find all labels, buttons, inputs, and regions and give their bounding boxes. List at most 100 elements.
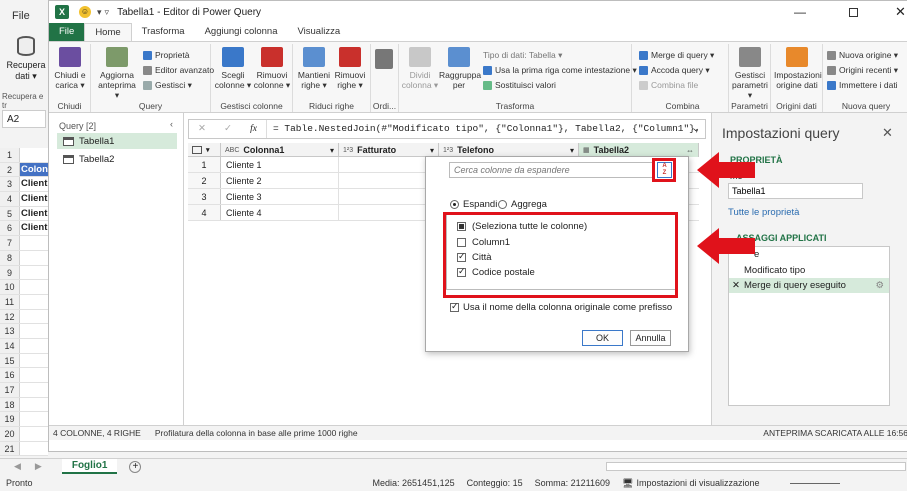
excel-row[interactable]: 1	[0, 148, 48, 163]
excel-row[interactable]: 11	[0, 294, 48, 310]
step-item-selected[interactable]: ✕ Merge di query eseguito ⚙	[729, 278, 889, 293]
row-number[interactable]: 14	[0, 338, 20, 353]
proprieta-button[interactable]: Proprietà	[143, 50, 190, 60]
cell-fatturato[interactable]	[339, 189, 439, 204]
cancel-formula-icon[interactable]: ✕	[189, 120, 215, 138]
row-number[interactable]: 4	[0, 192, 20, 206]
excel-cell[interactable]	[20, 383, 48, 397]
mantieni-righe-button[interactable]: Mantieni righe ▾	[295, 47, 333, 90]
step-settings-icon[interactable]: ⚙	[875, 280, 884, 291]
excel-row[interactable]: 14	[0, 338, 48, 354]
collapse-pane-icon[interactable]: ‹	[170, 119, 173, 129]
column-search-input[interactable]	[449, 162, 655, 178]
number-type-icon[interactable]: 1²3	[443, 147, 453, 154]
combina-file-button[interactable]: Combina file	[639, 80, 698, 90]
excel-cell[interactable]	[20, 280, 48, 294]
formula-text[interactable]: = Table.NestedJoin(#"Modificato tipo", {…	[267, 120, 701, 138]
qat-more-icon[interactable]: ▿	[105, 7, 110, 18]
zoom-slider[interactable]	[789, 482, 840, 484]
excel-cell[interactable]	[20, 427, 48, 441]
smiley-icon[interactable]: ☺	[79, 6, 91, 18]
name-box[interactable]: A2	[2, 110, 46, 128]
step-item[interactable]: Modificato tipo	[744, 265, 805, 276]
fx-icon[interactable]: fx	[241, 120, 267, 138]
row-number[interactable]: 10	[0, 280, 20, 294]
merge-query-button[interactable]: Merge di query ▾	[639, 50, 714, 61]
row-number[interactable]: 7	[0, 236, 20, 250]
sostituisci-button[interactable]: Sostituisci valori	[483, 80, 556, 90]
row-number[interactable]: 5	[0, 206, 20, 221]
status-view-settings[interactable]: Impostazioni di visualizzazione	[636, 478, 759, 488]
row-number[interactable]: 9	[0, 265, 20, 280]
query-item[interactable]: Tabella2	[57, 151, 177, 167]
row-number[interactable]: 12	[0, 309, 20, 324]
excel-grid[interactable]: 1 2 Colon 3 Client 4 Client 5 Client 6 Client 7 8 9 10…	[0, 148, 48, 457]
excel-row[interactable]: 21	[0, 441, 48, 457]
ok-button[interactable]: OK	[582, 330, 623, 346]
sheet-nav-right-icon[interactable]: ▶	[35, 461, 42, 472]
row-number[interactable]: 19	[0, 412, 20, 427]
excel-row[interactable]: 6 Client	[0, 221, 48, 237]
immetti-dati-button[interactable]: Immettere i dati	[827, 80, 898, 90]
aggiorna-anteprima-button[interactable]: Aggiorna anteprima ▾	[95, 47, 139, 100]
column-header[interactable]: 1²3 Fatturato ▾	[339, 143, 439, 157]
excel-row[interactable]: 5 Client	[0, 206, 48, 222]
excel-row[interactable]: 12	[0, 309, 48, 325]
close-settings-icon[interactable]: ✕	[882, 125, 893, 141]
add-sheet-icon[interactable]: +	[129, 460, 142, 473]
excel-cell[interactable]	[20, 309, 48, 324]
expand-formula-icon[interactable]: ⌄	[692, 123, 700, 134]
cell-colonna1[interactable]: Cliente 3	[221, 189, 339, 204]
raggruppa-button[interactable]: Raggruppa per	[439, 47, 481, 90]
view-settings-icon[interactable]: 🖥	[622, 478, 633, 489]
excel-cell[interactable]: Client	[20, 206, 48, 221]
chiudi-carica-button[interactable]: Chiudi e carica ▾	[51, 47, 89, 90]
column-header[interactable]: ABC Colonna1 ▾	[221, 143, 339, 157]
excel-cell[interactable]	[20, 265, 48, 280]
excel-cell[interactable]	[20, 368, 48, 382]
table-menu-icon[interactable]: ▾	[188, 143, 221, 157]
excel-row[interactable]: 4 Client	[0, 192, 48, 207]
text-type-icon[interactable]: ABC	[225, 147, 239, 154]
row-number[interactable]: 15	[0, 353, 20, 368]
excel-cell[interactable]	[20, 338, 48, 353]
row-number[interactable]: 21	[0, 441, 20, 456]
number-type-icon[interactable]: 1²3	[343, 147, 353, 154]
cancel-button[interactable]: Annulla	[630, 330, 671, 346]
gestisci-parametri-button[interactable]: Gestisci parametri ▾	[731, 47, 769, 100]
excel-row[interactable]: 17	[0, 383, 48, 398]
tab-aggiungi-colonna[interactable]: Aggiungi colonna	[195, 23, 288, 41]
row-number[interactable]: 11	[0, 294, 20, 309]
rimuovi-righe-button[interactable]: Rimuovi righe ▾	[331, 47, 369, 90]
origini-recenti-button[interactable]: Origini recenti ▾	[827, 65, 898, 76]
excel-row[interactable]: 19	[0, 412, 48, 428]
editor-avanzato-button[interactable]: Editor avanzato	[143, 65, 214, 75]
prefix-option[interactable]: Usa il nome della colonna originale come…	[450, 301, 672, 313]
espandi-radio[interactable]	[450, 200, 459, 209]
gestisci-button[interactable]: Gestisci ▾	[143, 80, 192, 91]
tab-home[interactable]: Home	[84, 23, 132, 41]
excel-row[interactable]: 16	[0, 368, 48, 383]
expand-column-icon[interactable]: ⇔	[686, 146, 694, 155]
excel-cell[interactable]: Client	[20, 221, 48, 236]
row-number[interactable]: 1	[0, 148, 20, 162]
filter-dropdown-icon[interactable]: ▾	[330, 146, 334, 155]
excel-row[interactable]: 13	[0, 324, 48, 339]
row-number[interactable]: 13	[0, 324, 20, 338]
aggrega-option[interactable]: Aggrega	[498, 199, 547, 210]
row-number[interactable]: 2	[0, 162, 20, 177]
excel-row[interactable]: 10	[0, 280, 48, 295]
row-number[interactable]: 3	[0, 177, 20, 192]
sheet-tab-foglio1[interactable]: Foglio1	[61, 459, 118, 474]
excel-cell[interactable]	[20, 148, 48, 162]
filter-dropdown-icon[interactable]: ▾	[430, 146, 434, 155]
sheet-nav-left-icon[interactable]: ◀	[14, 461, 21, 472]
excel-cell[interactable]: Colon	[20, 162, 48, 177]
cell-fatturato[interactable]	[339, 157, 439, 172]
excel-row[interactable]: 9	[0, 265, 48, 281]
column-header[interactable]: 1²3 Telefono ▾	[439, 143, 579, 157]
cell-colonna1[interactable]: Cliente 1	[221, 157, 339, 172]
excel-cell[interactable]: Client	[20, 177, 48, 192]
column-header[interactable]: ▦ Tabella2 ⇔	[579, 143, 699, 157]
espandi-option[interactable]: Espandi	[450, 199, 497, 210]
